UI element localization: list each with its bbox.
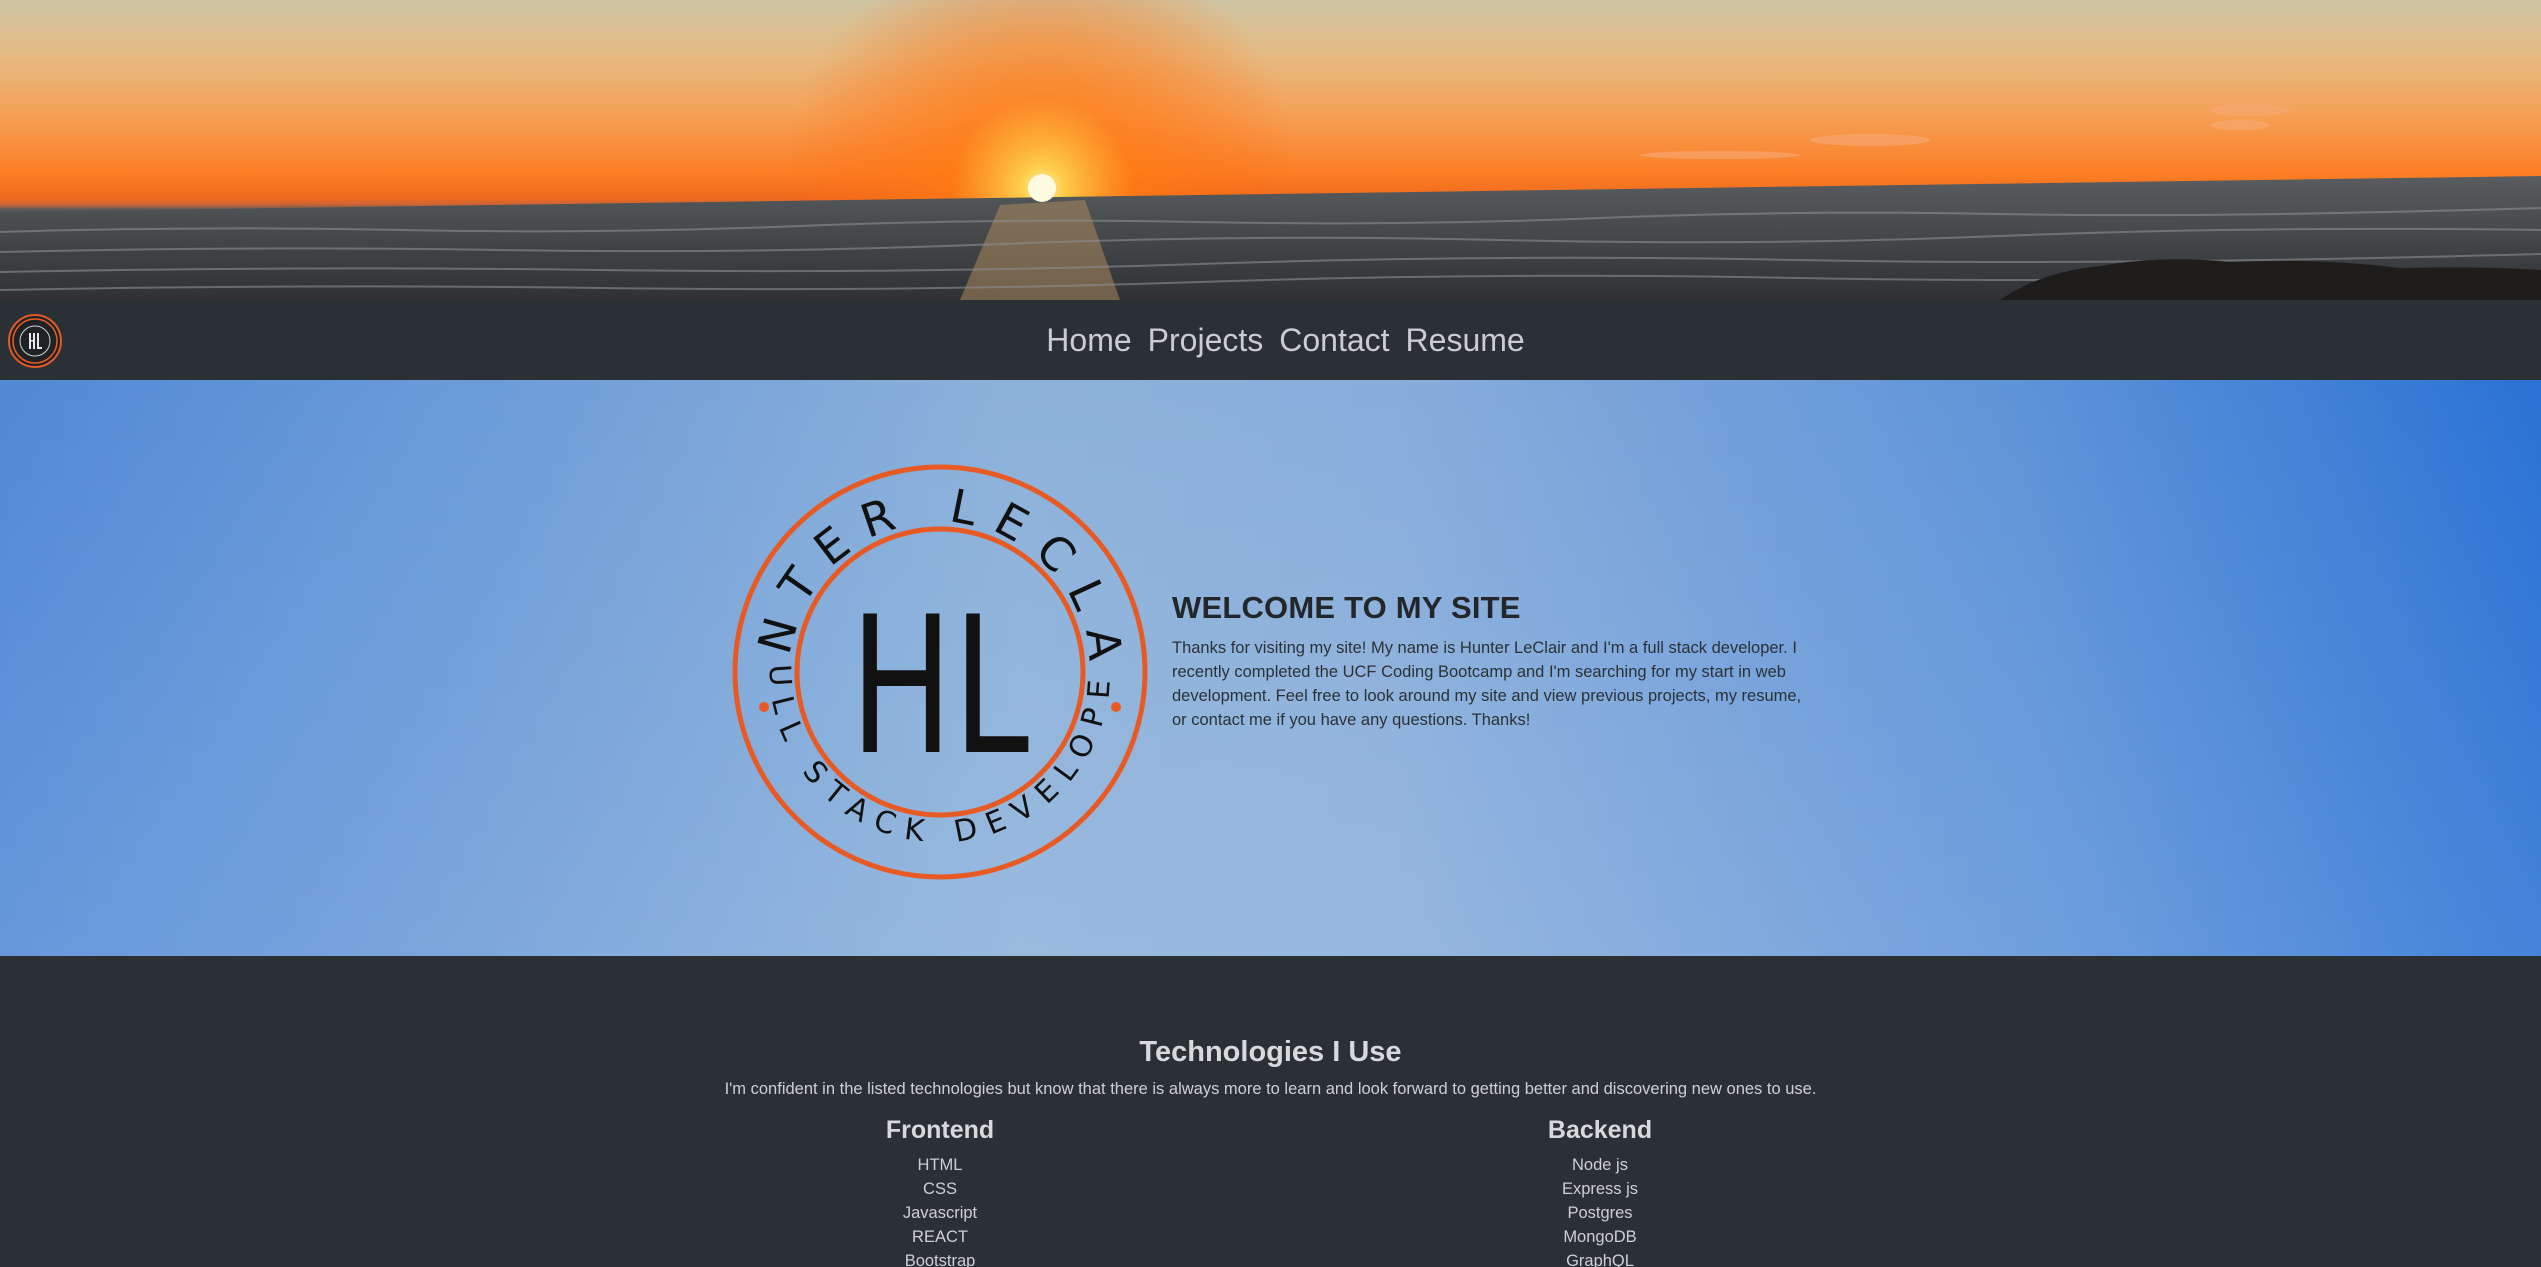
technologies-section: Technologies I Use I'm confident in the … [0, 956, 2541, 1267]
welcome-block: WELCOME TO MY SITE Thanks for visiting m… [1172, 590, 1812, 732]
frontend-column: Frontend HTML CSS Javascript REACT Boots… [790, 1116, 1090, 1267]
hunter-leclair-logo: HUNTER LECLAIR FULL STACK DEVELOPER HL [730, 462, 1148, 880]
technologies-intro: I'm confident in the listed technologies… [724, 1080, 1817, 1098]
list-item: MongoDB [1563, 1228, 1637, 1246]
welcome-title: WELCOME TO MY SITE [1172, 590, 1521, 625]
header-banner-image [0, 0, 2541, 300]
logo-monogram: HL [850, 576, 1029, 798]
list-item: Postgres [1567, 1204, 1633, 1222]
frontend-list: HTML CSS Javascript REACT Bootstrap [790, 1153, 1090, 1267]
list-item: Node js [1572, 1156, 1628, 1174]
navbar: Home Projects Contact Resume [0, 300, 2541, 380]
frontend-title: Frontend [885, 1116, 995, 1144]
list-item: GraphQL [1566, 1252, 1634, 1267]
list-item: Bootstrap [904, 1252, 976, 1267]
nav-link-projects[interactable]: Projects [1148, 322, 1264, 359]
nav-links: Home Projects Contact Resume [0, 300, 2541, 380]
hero-section: HUNTER LECLAIR FULL STACK DEVELOPER HL W… [0, 380, 2541, 956]
nav-link-home[interactable]: Home [1046, 322, 1131, 359]
backend-list: Node js Express js Postgres MongoDB Grap… [1450, 1153, 1750, 1267]
backend-column: Backend Node js Express js Postgres Mong… [1450, 1116, 1750, 1267]
nav-link-contact[interactable]: Contact [1279, 322, 1389, 359]
backend-title: Backend [1547, 1116, 1653, 1144]
nav-link-resume[interactable]: Resume [1406, 322, 1525, 359]
list-item: REACT [912, 1228, 968, 1246]
sunset-image [0, 0, 2541, 300]
list-item: Express js [1561, 1180, 1639, 1198]
list-item: Javascript [902, 1204, 978, 1222]
list-item: CSS [923, 1180, 957, 1198]
technologies-title: Technologies I Use [1139, 1036, 1402, 1068]
welcome-text: Thanks for visiting my site! My name is … [1172, 639, 1802, 729]
list-item: HTML [917, 1156, 963, 1174]
